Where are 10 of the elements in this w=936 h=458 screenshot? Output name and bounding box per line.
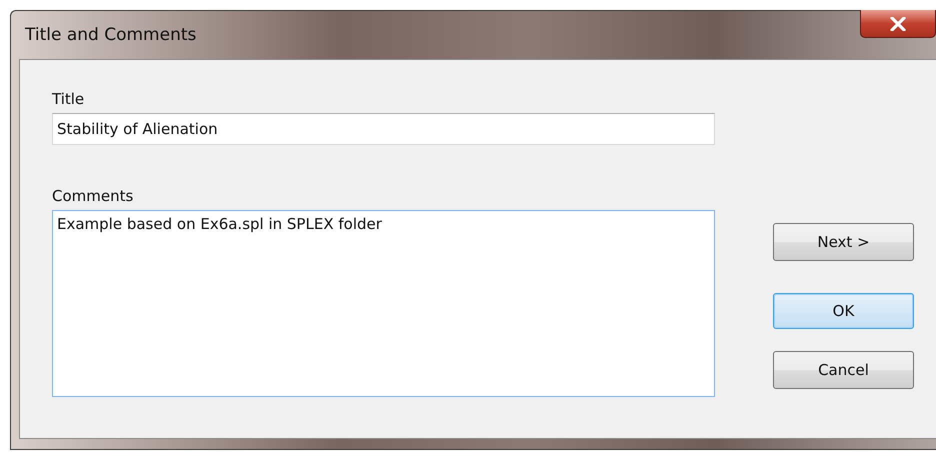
title-field[interactable]: Stability of Alienation (52, 113, 715, 145)
close-button[interactable] (860, 10, 936, 38)
window-title: Title and Comments (24, 25, 196, 45)
dialog-button[interactable]: Next > (773, 223, 914, 261)
field-label: Comments (52, 187, 134, 205)
field-label: Title (52, 90, 86, 108)
close-icon (890, 16, 906, 30)
comments-field[interactable]: Example based on Ex6a.spl in SPLEX folder (52, 210, 715, 397)
dialog-button[interactable]: OK (773, 293, 914, 329)
dialog-button[interactable]: Cancel (773, 351, 914, 389)
